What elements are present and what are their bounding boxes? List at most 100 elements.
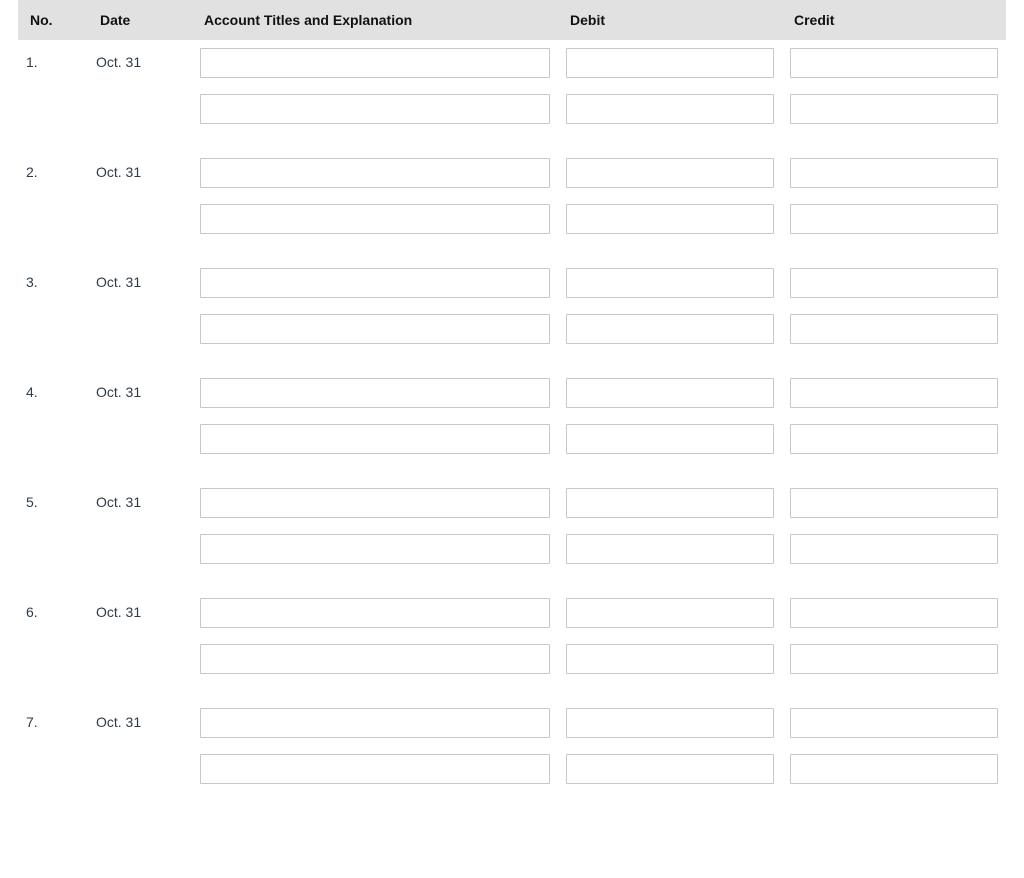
account-title-input[interactable] (200, 314, 550, 344)
table-row: 7.Oct. 31 (18, 700, 1006, 746)
credit-input[interactable] (790, 644, 998, 674)
debit-input[interactable] (566, 268, 774, 298)
table-header-row: No. Date Account Titles and Explanation … (18, 0, 1006, 40)
cell-debit (558, 150, 782, 196)
entry-spacer (18, 242, 1006, 260)
account-title-input[interactable] (200, 158, 550, 188)
account-title-input[interactable] (200, 424, 550, 454)
account-title-input[interactable] (200, 644, 550, 674)
credit-input[interactable] (790, 488, 998, 518)
debit-input[interactable] (566, 598, 774, 628)
entry-date: Oct. 31 (88, 480, 192, 526)
account-title-input[interactable] (200, 268, 550, 298)
cell-credit (782, 700, 1006, 746)
credit-input[interactable] (790, 158, 998, 188)
entry-no: 3. (18, 260, 88, 306)
cell-debit (558, 416, 782, 462)
table-row (18, 746, 1006, 792)
cell-credit (782, 40, 1006, 86)
table-row (18, 86, 1006, 132)
table-row (18, 526, 1006, 572)
entry-date: Oct. 31 (88, 150, 192, 196)
cell-account (192, 636, 558, 682)
cell-account (192, 370, 558, 416)
credit-input[interactable] (790, 204, 998, 234)
journal-page: No. Date Account Titles and Explanation … (0, 0, 1024, 832)
journal-table: No. Date Account Titles and Explanation … (18, 0, 1006, 792)
account-title-input[interactable] (200, 378, 550, 408)
cell-credit (782, 746, 1006, 792)
entry-no: 2. (18, 150, 88, 196)
table-row (18, 196, 1006, 242)
entry-no (18, 196, 88, 242)
cell-account (192, 416, 558, 462)
entry-date: Oct. 31 (88, 590, 192, 636)
account-title-input[interactable] (200, 204, 550, 234)
entry-date: Oct. 31 (88, 260, 192, 306)
entry-spacer (18, 132, 1006, 150)
cell-debit (558, 526, 782, 572)
entry-date: Oct. 31 (88, 700, 192, 746)
account-title-input[interactable] (200, 598, 550, 628)
entry-date: Oct. 31 (88, 370, 192, 416)
cell-credit (782, 86, 1006, 132)
entry-no: 7. (18, 700, 88, 746)
debit-input[interactable] (566, 158, 774, 188)
debit-input[interactable] (566, 94, 774, 124)
table-row: 4.Oct. 31 (18, 370, 1006, 416)
debit-input[interactable] (566, 754, 774, 784)
cell-account (192, 86, 558, 132)
cell-account (192, 150, 558, 196)
debit-input[interactable] (566, 708, 774, 738)
table-row: 5.Oct. 31 (18, 480, 1006, 526)
cell-debit (558, 196, 782, 242)
cell-credit (782, 260, 1006, 306)
cell-credit (782, 150, 1006, 196)
table-row: 3.Oct. 31 (18, 260, 1006, 306)
account-title-input[interactable] (200, 708, 550, 738)
credit-input[interactable] (790, 48, 998, 78)
cell-account (192, 526, 558, 572)
account-title-input[interactable] (200, 94, 550, 124)
account-title-input[interactable] (200, 754, 550, 784)
credit-input[interactable] (790, 314, 998, 344)
credit-input[interactable] (790, 424, 998, 454)
credit-input[interactable] (790, 708, 998, 738)
cell-credit (782, 590, 1006, 636)
table-row: 1.Oct. 31 (18, 40, 1006, 86)
account-title-input[interactable] (200, 48, 550, 78)
credit-input[interactable] (790, 534, 998, 564)
cell-account (192, 306, 558, 352)
debit-input[interactable] (566, 424, 774, 454)
debit-input[interactable] (566, 314, 774, 344)
cell-debit (558, 40, 782, 86)
debit-input[interactable] (566, 644, 774, 674)
cell-account (192, 700, 558, 746)
table-row (18, 636, 1006, 682)
debit-input[interactable] (566, 48, 774, 78)
cell-debit (558, 700, 782, 746)
credit-input[interactable] (790, 598, 998, 628)
credit-input[interactable] (790, 268, 998, 298)
table-row: 2.Oct. 31 (18, 150, 1006, 196)
debit-input[interactable] (566, 378, 774, 408)
header-no: No. (18, 0, 88, 40)
cell-debit (558, 306, 782, 352)
cell-credit (782, 480, 1006, 526)
cell-credit (782, 306, 1006, 352)
cell-account (192, 746, 558, 792)
cell-debit (558, 480, 782, 526)
credit-input[interactable] (790, 378, 998, 408)
cell-account (192, 480, 558, 526)
entry-no: 4. (18, 370, 88, 416)
debit-input[interactable] (566, 204, 774, 234)
entry-no (18, 306, 88, 352)
debit-input[interactable] (566, 534, 774, 564)
cell-debit (558, 590, 782, 636)
account-title-input[interactable] (200, 534, 550, 564)
credit-input[interactable] (790, 94, 998, 124)
credit-input[interactable] (790, 754, 998, 784)
entry-no: 1. (18, 40, 88, 86)
account-title-input[interactable] (200, 488, 550, 518)
debit-input[interactable] (566, 488, 774, 518)
